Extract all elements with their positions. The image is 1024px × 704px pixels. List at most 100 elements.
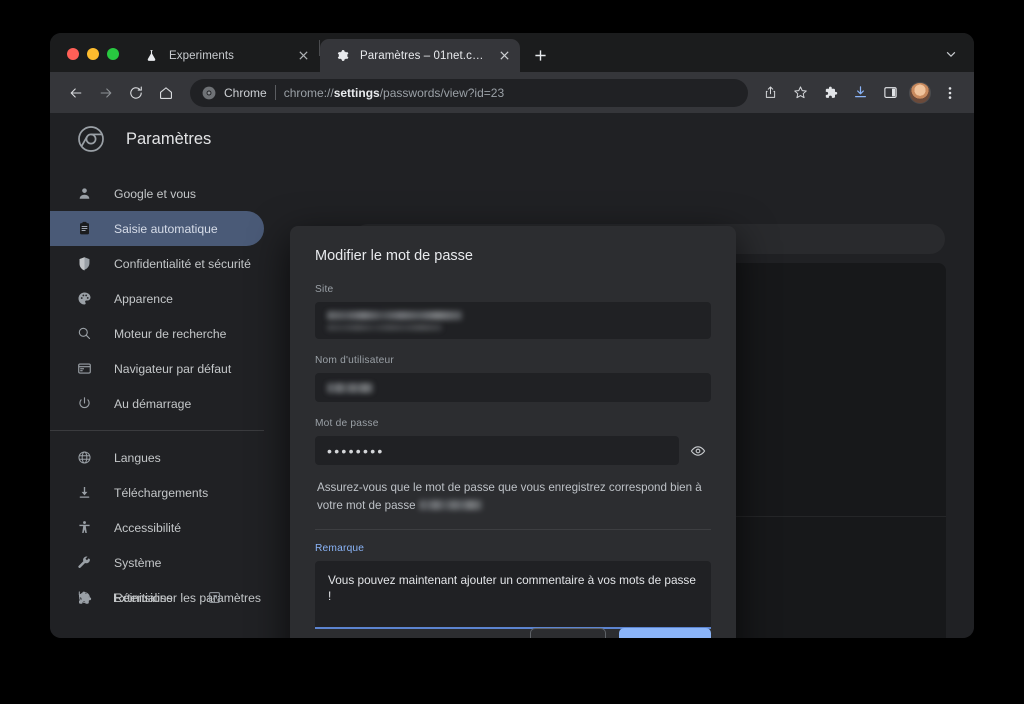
browser-window: Experiments Paramètres – 01net.com Chrom… xyxy=(50,33,974,638)
dialog-divider xyxy=(315,528,711,530)
tab-parametres[interactable]: Paramètres – 01net.com xyxy=(320,39,520,72)
tab-title: Experiments xyxy=(169,49,235,62)
redacted-helper-suffix xyxy=(418,499,482,510)
plus-icon xyxy=(534,49,547,62)
omnibox-separator xyxy=(274,85,276,100)
omnibox-chrome-label: Chrome xyxy=(224,85,267,100)
bookmark-button[interactable] xyxy=(786,79,814,107)
home-icon xyxy=(158,85,174,101)
password-masked-value: •••••••• xyxy=(327,442,385,459)
puzzle-icon xyxy=(823,85,838,100)
side-panel-button[interactable] xyxy=(876,79,904,107)
save-button[interactable]: Enregistrer xyxy=(619,628,711,638)
sidebar-item-au-demarrage[interactable]: Au démarrage xyxy=(50,386,264,421)
dialog-title: Modifier le mot de passe xyxy=(315,248,473,264)
avatar[interactable] xyxy=(909,81,931,104)
reload-button[interactable] xyxy=(122,79,150,107)
download-icon xyxy=(76,484,93,501)
sidebar-item-label: Téléchargements xyxy=(114,485,209,500)
site-input[interactable] xyxy=(315,302,711,339)
accessibility-icon xyxy=(76,519,93,536)
remark-field-label: Remarque xyxy=(315,542,365,554)
sidebar-item-moteur-de-recherche[interactable]: Moteur de recherche xyxy=(50,316,264,351)
sidebar-item-label: Accessibilité xyxy=(114,520,182,535)
tab-title: Paramètres – 01net.com xyxy=(360,49,486,62)
share-button[interactable] xyxy=(756,79,784,107)
sidebar-item-saisie-automatique[interactable]: Saisie automatique xyxy=(50,211,264,246)
tab-search-button[interactable] xyxy=(940,43,962,65)
dialog-actions: Annuler Enregistrer xyxy=(529,628,711,638)
close-window-button[interactable] xyxy=(67,48,79,60)
settings-header: Paramètres xyxy=(50,113,974,165)
globe-icon xyxy=(76,449,93,466)
redacted-site-value xyxy=(327,310,462,331)
sidebar-item-confidentialite-et-securite[interactable]: Confidentialité et sécurité xyxy=(50,246,264,281)
password-row: •••••••• xyxy=(315,436,711,465)
page-title: Paramètres xyxy=(126,129,212,148)
close-icon[interactable] xyxy=(295,48,311,64)
home-button[interactable] xyxy=(152,79,180,107)
chrome-logo-icon xyxy=(78,126,104,152)
star-icon xyxy=(793,85,808,100)
sidebar-divider xyxy=(50,430,264,431)
palette-icon xyxy=(76,290,93,307)
wrench-icon xyxy=(76,554,93,571)
settings-sidebar: Google et vous Saisie automatique Confid… xyxy=(50,165,264,638)
zoom-window-button[interactable] xyxy=(107,48,119,60)
sidebar-item-label: Extensions xyxy=(113,590,173,605)
remark-value: Vous pouvez maintenant ajouter un commen… xyxy=(328,572,696,604)
sidebar-item-label: Système xyxy=(114,555,162,570)
remark-textarea[interactable]: Vous pouvez maintenant ajouter un commen… xyxy=(315,560,711,629)
window-controls xyxy=(50,48,129,72)
arrow-left-icon xyxy=(68,85,84,101)
sidebar-item-label: Apparence xyxy=(114,291,173,306)
address-bar[interactable]: Chrome chrome://settings/passwords/view?… xyxy=(190,78,748,107)
password-helper-text: Assurez-vous que le mot de passe que vou… xyxy=(317,481,702,512)
cancel-button[interactable]: Annuler xyxy=(529,628,607,638)
forward-button[interactable] xyxy=(92,79,120,107)
download-icon xyxy=(853,85,868,100)
username-field-label: Nom d'utilisateur xyxy=(315,355,394,366)
sidebar-item-extensions[interactable]: Extensions xyxy=(50,580,221,615)
sidebar-item-apparence[interactable]: Apparence xyxy=(50,281,264,316)
eye-icon xyxy=(690,443,706,459)
extensions-button[interactable] xyxy=(816,79,844,107)
power-icon xyxy=(76,395,93,412)
sidebar-item-langues[interactable]: Langues xyxy=(50,440,264,475)
password-field-label: Mot de passe xyxy=(315,418,379,429)
tab-experiments[interactable]: Experiments xyxy=(129,39,319,72)
sidebar-item-accessibilite[interactable]: Accessibilité xyxy=(50,510,264,545)
puzzle-icon xyxy=(76,590,92,606)
person-icon xyxy=(76,185,93,202)
new-tab-button[interactable] xyxy=(526,41,554,69)
redacted-username-value xyxy=(327,382,373,393)
minimize-window-button[interactable] xyxy=(87,48,99,60)
sidebar-item-label: Navigateur par défaut xyxy=(114,361,232,376)
browser-menu-button[interactable] xyxy=(936,79,964,107)
close-icon[interactable] xyxy=(496,48,512,64)
gear-icon xyxy=(334,48,350,64)
chevron-down-icon xyxy=(945,48,957,60)
password-input[interactable]: •••••••• xyxy=(315,436,679,465)
search-icon xyxy=(76,325,93,342)
sidebar-item-label: Moteur de recherche xyxy=(114,326,227,341)
site-field-label: Site xyxy=(315,284,334,295)
arrow-right-icon xyxy=(98,85,114,101)
sidebar-item-label: Au démarrage xyxy=(114,396,192,411)
chrome-icon xyxy=(202,86,216,100)
sidebar-item-google-et-vous[interactable]: Google et vous xyxy=(50,176,264,211)
sidebar-item-navigateur-par-defaut[interactable]: Navigateur par défaut xyxy=(50,351,264,386)
three-dot-menu-icon xyxy=(943,86,957,100)
back-button[interactable] xyxy=(62,79,90,107)
username-input[interactable] xyxy=(315,373,711,402)
sidebar-item-label: Langues xyxy=(114,450,161,465)
sidebar-item-telechargements[interactable]: Téléchargements xyxy=(50,475,264,510)
download-button[interactable] xyxy=(846,79,874,107)
show-password-button[interactable] xyxy=(685,438,711,464)
browser-window-icon xyxy=(76,360,93,377)
sidebar-item-systeme[interactable]: Système xyxy=(50,545,264,580)
share-icon xyxy=(763,85,778,100)
sidebar-item-label: Saisie automatique xyxy=(114,221,218,236)
omnibox-url: chrome://settings/passwords/view?id=23 xyxy=(283,85,505,100)
external-link-icon[interactable] xyxy=(208,591,221,604)
